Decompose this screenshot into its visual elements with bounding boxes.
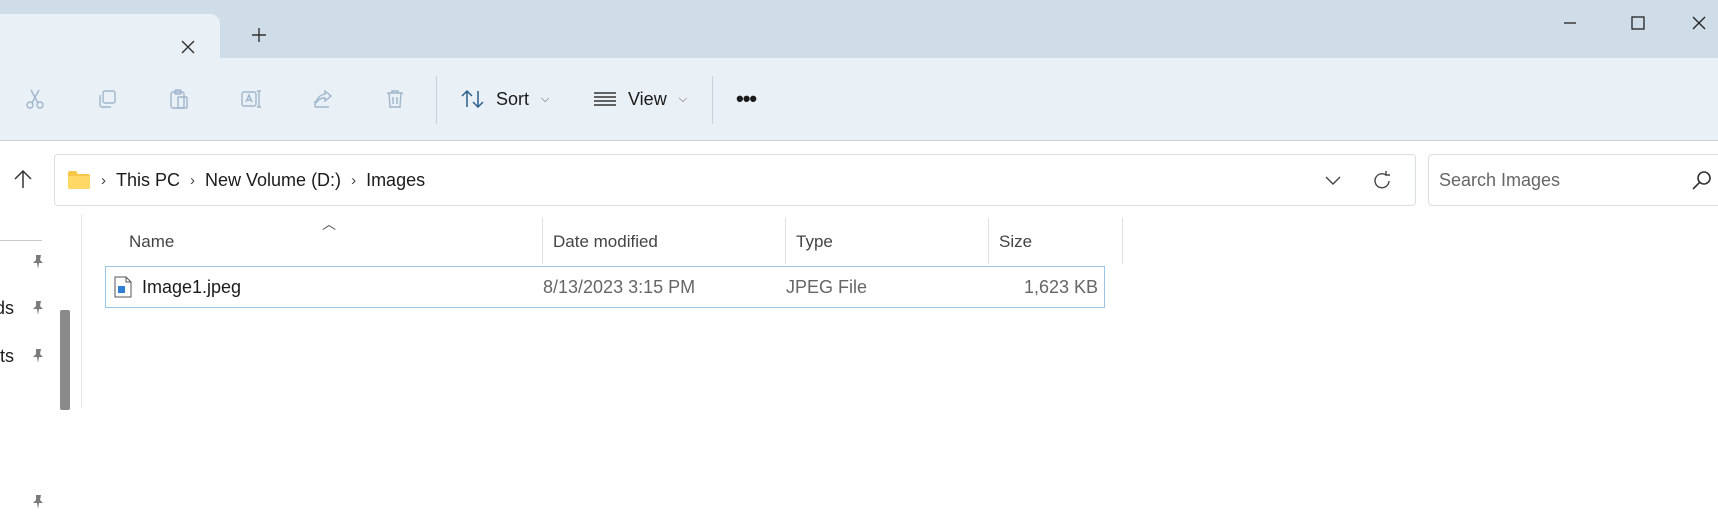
close-tab-button[interactable] — [175, 34, 201, 60]
title-bar — [0, 0, 1718, 58]
search-input[interactable] — [1429, 155, 1699, 205]
chevron-right-icon: › — [101, 171, 106, 189]
file-date: 8/13/2023 3:15 PM — [543, 276, 696, 297]
chevron-right-icon: › — [351, 171, 357, 189]
file-type: JPEG File — [786, 276, 868, 297]
column-header-date[interactable]: Date modified — [543, 220, 783, 264]
copy-icon — [99, 90, 116, 108]
trash-icon — [387, 90, 403, 108]
minimize-icon — [1564, 22, 1576, 24]
pin-icon — [33, 301, 43, 315]
sort-icon — [461, 89, 484, 109]
refresh-icon — [1374, 171, 1390, 189]
refresh-button[interactable] — [1368, 167, 1396, 195]
paste-icon — [170, 89, 188, 109]
navigation-pane: ds nts — [0, 214, 82, 509]
pin-icon — [33, 255, 43, 269]
new-tab-button[interactable] — [246, 22, 272, 48]
file-list: ︿ Name Date modified Type Size Image1.jp… — [82, 214, 1718, 408]
active-tab[interactable] — [0, 14, 220, 58]
nav-scrollbar-thumb[interactable] — [60, 310, 70, 410]
sidebar-item-label: ds — [0, 297, 14, 318]
sidebar-item-downloads[interactable]: ds — [0, 294, 56, 322]
search-box[interactable] — [1428, 154, 1718, 206]
sidebar-item-label: nts — [0, 345, 14, 366]
chevron-down-icon: ⌵ — [541, 92, 550, 105]
view-list-icon — [594, 92, 616, 106]
minimize-button[interactable] — [1546, 6, 1594, 40]
more-options-button[interactable]: ••• — [736, 78, 757, 120]
sort-button[interactable]: Sort ⌵ — [460, 78, 549, 120]
table-row[interactable]: Image1.jpeg 8/13/2023 3:15 PM JPEG File … — [105, 266, 1105, 308]
copy-button[interactable] — [92, 84, 122, 114]
toolbar-separator — [436, 76, 437, 124]
file-name: Image1.jpeg — [142, 276, 242, 297]
chevron-down-icon — [1325, 176, 1341, 185]
address-row: › This PC › New Volume (D:) › Images — [0, 142, 1718, 212]
folder-icon — [68, 171, 90, 189]
view-button[interactable]: View ⌵ — [592, 78, 687, 120]
maximize-button[interactable] — [1614, 6, 1662, 40]
more-icon: ••• — [736, 86, 757, 111]
toolbar-separator — [712, 76, 713, 124]
column-header-label: Name — [129, 232, 175, 251]
share-icon — [314, 89, 333, 108]
plus-icon — [252, 28, 266, 42]
address-history-button[interactable] — [1319, 167, 1347, 195]
paste-button[interactable] — [164, 84, 194, 114]
view-label: View — [628, 88, 667, 109]
sort-label: Sort — [496, 88, 530, 109]
image-file-icon — [114, 276, 132, 298]
up-button[interactable] — [8, 164, 38, 194]
column-header-name[interactable]: Name — [119, 220, 539, 264]
breadcrumb-item-new-volume[interactable]: New Volume (D:) — [205, 170, 341, 191]
column-header-label: Type — [796, 232, 833, 251]
delete-button[interactable] — [380, 84, 410, 114]
close-icon — [1692, 16, 1706, 30]
cut-icon — [26, 89, 44, 109]
column-header-label: Size — [999, 232, 1033, 251]
column-divider[interactable] — [1122, 218, 1123, 264]
breadcrumb: › This PC › New Volume (D:) › Images — [67, 155, 425, 205]
cut-button[interactable] — [20, 84, 50, 114]
chevron-right-icon: › — [190, 171, 196, 189]
sidebar-item-pinned[interactable] — [0, 248, 56, 276]
command-bar: Sort ⌵ View ⌵ ••• — [0, 58, 1718, 141]
nav-divider — [0, 240, 42, 241]
rename-icon — [241, 90, 261, 108]
share-button[interactable] — [308, 84, 338, 114]
breadcrumb-item-this-pc[interactable]: This PC — [116, 170, 180, 191]
column-header-size[interactable]: Size — [989, 220, 1109, 264]
nav-item-hidden-top[interactable] — [0, 488, 56, 516]
column-header-label: Date modified — [553, 232, 658, 251]
close-window-button[interactable] — [1680, 6, 1718, 40]
maximize-icon — [1631, 16, 1645, 30]
arrow-up-icon — [14, 169, 32, 188]
pin-icon — [33, 495, 43, 509]
rename-button[interactable] — [236, 84, 266, 114]
pin-icon — [33, 349, 43, 363]
search-icon — [1692, 171, 1711, 190]
file-size: 1,623 KB — [1023, 276, 1098, 297]
close-icon — [181, 40, 195, 54]
address-bar[interactable]: › This PC › New Volume (D:) › Images — [54, 154, 1416, 206]
sidebar-item-documents[interactable]: nts — [0, 342, 56, 370]
chevron-down-icon: ⌵ — [678, 92, 688, 105]
column-header-type[interactable]: Type — [786, 220, 986, 264]
breadcrumb-item-images[interactable]: Images — [366, 170, 425, 191]
